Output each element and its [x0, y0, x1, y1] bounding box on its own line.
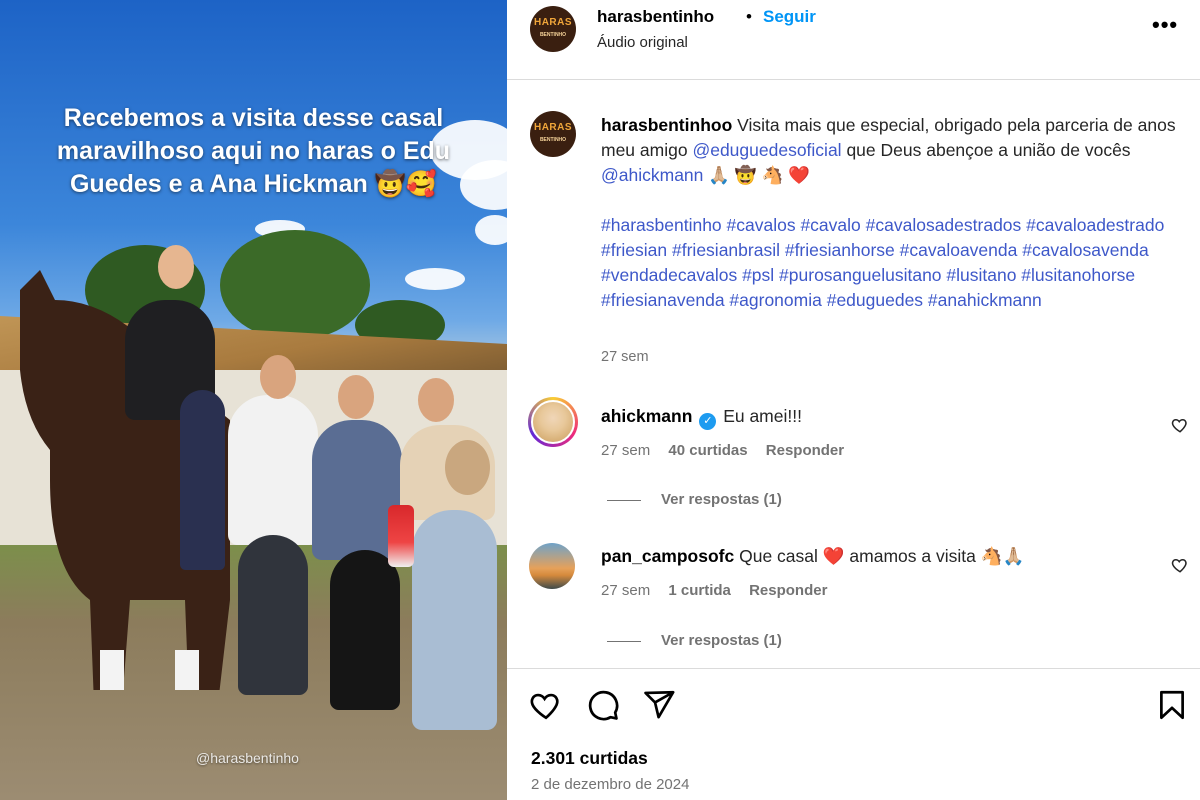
caption-hashtags[interactable]: #harasbentinho #cavalos #cavalo #cavalos… — [601, 213, 1181, 313]
person-head — [260, 355, 296, 399]
comment-username[interactable]: ahickmann — [601, 406, 692, 426]
comment-time[interactable]: 27 sem — [601, 442, 650, 459]
caption-body-2: que Deus abençoe a união de vocês — [846, 140, 1131, 160]
audio-label[interactable]: Áudio original — [597, 34, 688, 51]
dog — [445, 440, 490, 495]
view-replies-label: Ver respostas (1) — [661, 632, 782, 649]
header-avatar[interactable]: HARAS BENTINHO — [530, 6, 576, 52]
comment-likes[interactable]: 1 curtida — [668, 582, 731, 599]
avatar-logo-text: HARAS — [533, 17, 573, 28]
view-replies-label: Ver respostas (1) — [661, 491, 782, 508]
comment-username[interactable]: pan_camposofc — [601, 546, 734, 566]
person-head — [338, 375, 374, 419]
post-side-panel: HARAS BENTINHO harasbentinho • Seguir Áu… — [507, 0, 1200, 800]
like-heart-icon[interactable] — [529, 688, 563, 722]
avatar-logo-subtext: BENTINHO — [539, 137, 567, 143]
comment-1: ahickmann ✓ Eu amei!!! — [601, 406, 802, 430]
comment-text: Eu amei!!! — [723, 406, 802, 426]
replies-dash — [607, 499, 641, 501]
person-woman-legs — [180, 390, 225, 570]
person-woman-jeans — [412, 510, 497, 730]
avatar-logo-subtext: BENTINHO — [539, 32, 567, 38]
header-divider — [507, 79, 1200, 80]
post-photo[interactable]: Recebemos a visita desse casal maravilho… — [0, 0, 507, 800]
comment-text: Que casal ❤️ amamos a visita 🐴🙏🏼 — [739, 546, 1025, 566]
cloud — [405, 268, 465, 290]
tree — [220, 230, 370, 340]
comment-time[interactable]: 27 sem — [601, 582, 650, 599]
caption-mention-edu[interactable]: @eduguedesoficial — [692, 140, 841, 160]
comment-like-heart-icon[interactable] — [1171, 416, 1189, 434]
view-replies-button[interactable]: Ver respostas (1) — [607, 491, 782, 508]
comment-2: pan_camposofc Que casal ❤️ amamos a visi… — [601, 546, 1024, 567]
comment-avatar-pan-camposofc[interactable] — [529, 543, 575, 589]
post-date[interactable]: 2 de dezembro de 2024 — [531, 776, 689, 793]
caption-timestamp[interactable]: 27 sem — [601, 349, 649, 365]
person-man-white-shirt — [228, 395, 318, 545]
view-replies-button[interactable]: Ver respostas (1) — [607, 632, 782, 649]
person-man-jeans — [238, 535, 308, 695]
save-bookmark-icon[interactable] — [1155, 688, 1189, 722]
verified-badge-icon: ✓ — [699, 413, 717, 430]
person-head — [158, 245, 194, 289]
person-man-trousers — [330, 550, 400, 710]
avatar-photo — [531, 400, 575, 444]
caption-username[interactable]: harasbentinhoo — [601, 115, 732, 135]
actions-divider — [507, 668, 1200, 669]
comment-meta: 27 sem 1 curtida Responder — [601, 582, 841, 599]
header-username[interactable]: harasbentinho — [597, 7, 714, 27]
comment-likes[interactable]: 40 curtidas — [668, 442, 747, 459]
follow-button[interactable]: Seguir — [763, 7, 816, 27]
person-head — [418, 378, 454, 422]
share-send-icon[interactable] — [642, 688, 676, 722]
avatar-logo-text: HARAS — [533, 122, 573, 133]
photo-watermark: @harasbentinho — [196, 750, 299, 766]
reply-button[interactable]: Responder — [749, 582, 827, 599]
red-cup — [388, 505, 414, 567]
photo-overlay-text: Recebemos a visita desse casal maravilho… — [56, 104, 451, 198]
caption-avatar[interactable]: HARAS BENTINHO — [530, 111, 576, 157]
comment-meta: 27 sem 40 curtidas Responder — [601, 442, 858, 459]
caption-text: harasbentinhoo Visita mais que especial,… — [601, 113, 1191, 188]
more-options-icon[interactable]: ••• — [1152, 12, 1178, 38]
comment-like-heart-icon[interactable] — [1171, 556, 1189, 574]
header-separator: • — [746, 7, 752, 26]
cloud — [475, 215, 507, 245]
comment-avatar-ahickmann[interactable] — [528, 397, 578, 447]
comment-bubble-icon[interactable] — [586, 688, 620, 722]
reply-button[interactable]: Responder — [766, 442, 844, 459]
caption-mention-ana[interactable]: @ahickmann — [601, 165, 703, 185]
caption-emojis: 🙏🏼 🤠 🐴 ❤️ — [708, 165, 811, 185]
post-likes-count[interactable]: 2.301 curtidas — [531, 748, 648, 769]
replies-dash — [607, 640, 641, 642]
